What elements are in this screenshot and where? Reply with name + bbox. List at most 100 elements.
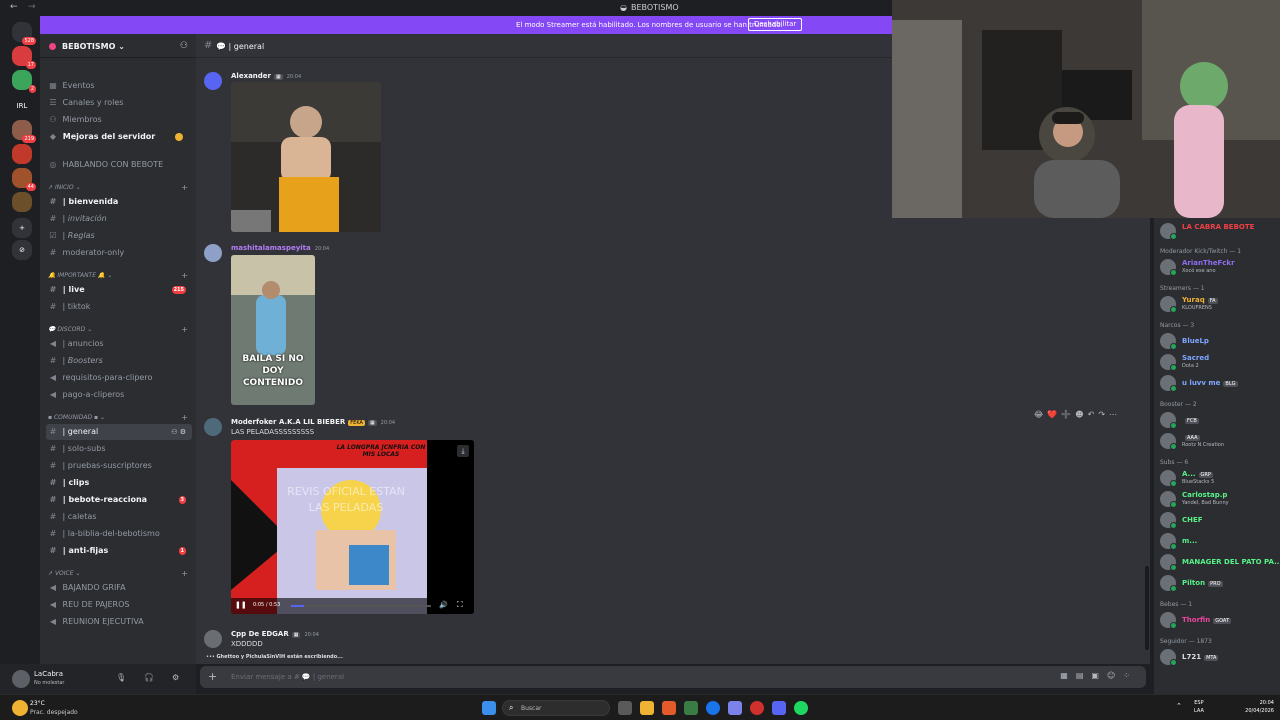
video-progress[interactable] bbox=[291, 605, 431, 607]
channel-bienvenida[interactable]: # | bienvenida bbox=[46, 194, 192, 210]
channel-solo-subs[interactable]: # | solo-subs bbox=[46, 441, 192, 457]
download-icon[interactable]: ⤓ bbox=[457, 445, 469, 457]
avatar[interactable] bbox=[204, 72, 222, 90]
member-item[interactable]: L721 MTA bbox=[1154, 648, 1280, 666]
brave-browser-icon[interactable] bbox=[662, 701, 676, 715]
category-importante[interactable]: 🔔 IMPORTANTE 🔔 ⌄ + bbox=[48, 271, 188, 280]
sidebar-item-miembros[interactable]: ⚇ Miembros bbox=[46, 112, 192, 128]
avatar[interactable] bbox=[204, 418, 222, 436]
opera-icon[interactable] bbox=[750, 701, 764, 715]
channel-biblia[interactable]: # | la-biblia-del-bebotismo bbox=[46, 526, 192, 542]
message-author[interactable]: mashitalamaspeyita 20:04 bbox=[231, 244, 329, 252]
avatar[interactable] bbox=[12, 670, 30, 688]
task-view-icon[interactable] bbox=[618, 701, 632, 715]
member-item[interactable]: Thorfin GOAT bbox=[1154, 611, 1280, 629]
back-arrow-icon[interactable]: ← bbox=[10, 2, 18, 12]
channel-pago[interactable]: ◀ pago-a-cliperos bbox=[46, 387, 192, 403]
disable-streamer-button[interactable]: Deshabilitar bbox=[748, 18, 803, 31]
channel-moderator-only[interactable]: # moderator-only bbox=[46, 245, 192, 261]
volume-icon[interactable]: 🔊 bbox=[439, 601, 448, 609]
channel-pruebas[interactable]: # | pruebas-suscriptores bbox=[46, 458, 192, 474]
member-item[interactable]: MANAGER DEL PATO PA... bbox=[1154, 553, 1280, 571]
voice-bajando-grifa[interactable]: ◀ BAJANDO GRIFA bbox=[46, 580, 192, 596]
system-tray-icons[interactable]: ⌃ bbox=[1176, 702, 1187, 710]
category-discord[interactable]: 💬 DISCORD ⌄ + bbox=[48, 325, 188, 334]
message-author[interactable]: Cpp De EDGAR ▦ 20:04 bbox=[231, 630, 319, 638]
member-item[interactable]: Pilton PRO bbox=[1154, 574, 1280, 592]
message-input[interactable]: Enviar mensaje a # 💬 | general bbox=[231, 673, 344, 681]
add-channel-icon[interactable]: + bbox=[181, 569, 188, 578]
category-inicio[interactable]: ↗ INICIO ⌄ + bbox=[48, 183, 188, 192]
server-icon[interactable]: 44 bbox=[12, 168, 36, 191]
taskbar-search[interactable]: ⌕ Buscar bbox=[502, 700, 610, 716]
server-icon[interactable]: 219 bbox=[12, 120, 36, 143]
discord-icon[interactable] bbox=[772, 701, 786, 715]
file-explorer-icon[interactable] bbox=[640, 701, 654, 715]
member-item[interactable]: A... GRP BlueStacks 5 bbox=[1154, 469, 1280, 487]
channel-boosters[interactable]: # | Boosters bbox=[46, 353, 192, 369]
channel-anuncios[interactable]: ◀ | anuncios bbox=[46, 336, 192, 352]
sidebar-item-mejoras[interactable]: ◆ Mejoras del servidor bbox=[46, 129, 192, 145]
video-player[interactable]: LA LONGPRA JCNFRIA CON MIS LOCAS REVIS O… bbox=[231, 440, 474, 614]
channel-requisitos[interactable]: ◀ requisitos-para-clipero bbox=[46, 370, 192, 386]
message-author[interactable]: Moderfoker A.K.A LIL BIEBER FEKA ▦ 20:04 bbox=[231, 418, 395, 426]
avatar[interactable] bbox=[204, 244, 222, 262]
member-item[interactable]: Sacred Dota 2 bbox=[1154, 353, 1280, 371]
avatar[interactable] bbox=[204, 630, 222, 648]
sidebar-item-hablando[interactable]: ◎ HABLANDO CON BEBOTE bbox=[46, 157, 192, 173]
spotify-icon[interactable] bbox=[794, 701, 808, 715]
pause-icon[interactable]: ❚❚ bbox=[235, 601, 247, 609]
image-attachment[interactable] bbox=[231, 82, 381, 232]
member-item[interactable]: Carlostap.p Yandel, Bad Bunny bbox=[1154, 490, 1280, 508]
teams-icon[interactable] bbox=[728, 701, 742, 715]
start-icon[interactable] bbox=[482, 701, 496, 715]
sidebar-item-canales[interactable]: ☰ Canales y roles bbox=[46, 95, 192, 111]
channel-live[interactable]: # | live 215 bbox=[46, 282, 192, 298]
channel-reglas[interactable]: ☑ | Reglas bbox=[46, 228, 192, 244]
image-attachment[interactable]: BAILA SI NO DOY CONTENIDO bbox=[231, 255, 315, 405]
member-item[interactable]: BlueLp bbox=[1154, 332, 1280, 350]
channel-invitacion[interactable]: # | invitación bbox=[46, 211, 192, 227]
add-channel-icon[interactable]: + bbox=[181, 413, 188, 422]
microphone-icon[interactable]: 🎙 bbox=[116, 673, 126, 682]
taskbar-clock[interactable]: 20:04 20/04/2026 bbox=[1240, 699, 1274, 715]
add-channel-icon[interactable]: + bbox=[181, 183, 188, 192]
composer-tools[interactable]: ▦▤▣☺⁘ bbox=[1060, 671, 1138, 680]
channel-anti-fijas[interactable]: # | anti-fijas 1 bbox=[46, 543, 192, 559]
channel-bebote-reacciona[interactable]: # | bebote-reacciona 3 bbox=[46, 492, 192, 508]
server-icon[interactable]: ⊘ bbox=[12, 240, 32, 260]
message-composer[interactable]: + Enviar mensaje a # 💬 | general ▦▤▣☺⁘ bbox=[200, 666, 1146, 688]
voice-reu-de-pajeros[interactable]: ◀ REU DE PAJEROS bbox=[46, 597, 192, 613]
category-comunidad[interactable]: ▪ COMUNIDAD ▪ ⌄ + bbox=[48, 413, 188, 422]
headphones-icon[interactable]: 🎧 bbox=[144, 673, 154, 682]
server-icon[interactable] bbox=[12, 192, 32, 212]
fullscreen-icon[interactable]: ⛶ bbox=[457, 600, 463, 610]
category-voice[interactable]: ↗ VOICE ⌄ + bbox=[48, 569, 188, 578]
member-item[interactable]: LA CABRA BEBOTE bbox=[1154, 222, 1280, 240]
member-item[interactable]: CHEF bbox=[1154, 511, 1280, 529]
channel-caletas[interactable]: # | caletas bbox=[46, 509, 192, 525]
member-item[interactable]: FCB bbox=[1154, 411, 1280, 429]
sidebar-item-eventos[interactable]: ▦ Eventos bbox=[46, 78, 192, 94]
member-item[interactable]: ArianTheFckr Xocó ese ano bbox=[1154, 258, 1280, 276]
member-item[interactable]: u luvv me BLG bbox=[1154, 374, 1280, 392]
channel-tiktok[interactable]: # | tiktok bbox=[46, 299, 192, 315]
channel-clips[interactable]: # | clips bbox=[46, 475, 192, 491]
calculator-icon[interactable] bbox=[684, 701, 698, 715]
channel-settings-icons[interactable]: ⚇ ⚙ bbox=[171, 424, 186, 440]
add-channel-icon[interactable]: + bbox=[181, 325, 188, 334]
server-icon[interactable]: IRL bbox=[12, 96, 32, 116]
message-author[interactable]: Alexander ▦ 20:04 bbox=[231, 72, 301, 80]
add-channel-icon[interactable]: + bbox=[181, 271, 188, 280]
language-indicator[interactable]: ESP LAA bbox=[1194, 699, 1204, 715]
server-icon[interactable]: 528 bbox=[12, 22, 36, 45]
forward-arrow-icon[interactable]: → bbox=[28, 2, 36, 12]
server-header[interactable]: BEBOTISMO ⌄ ⚇ bbox=[40, 34, 196, 58]
server-icon[interactable] bbox=[12, 144, 32, 164]
chat-scrollbar[interactable] bbox=[1145, 566, 1149, 650]
member-item[interactable]: Yuraq FA KLOUFRENS bbox=[1154, 295, 1280, 313]
member-item[interactable]: m... bbox=[1154, 532, 1280, 550]
invite-people-icon[interactable]: ⚇ bbox=[180, 41, 188, 51]
server-icon[interactable]: + bbox=[12, 218, 32, 238]
channel-general[interactable]: # | general ⚇ ⚙ bbox=[46, 424, 192, 440]
